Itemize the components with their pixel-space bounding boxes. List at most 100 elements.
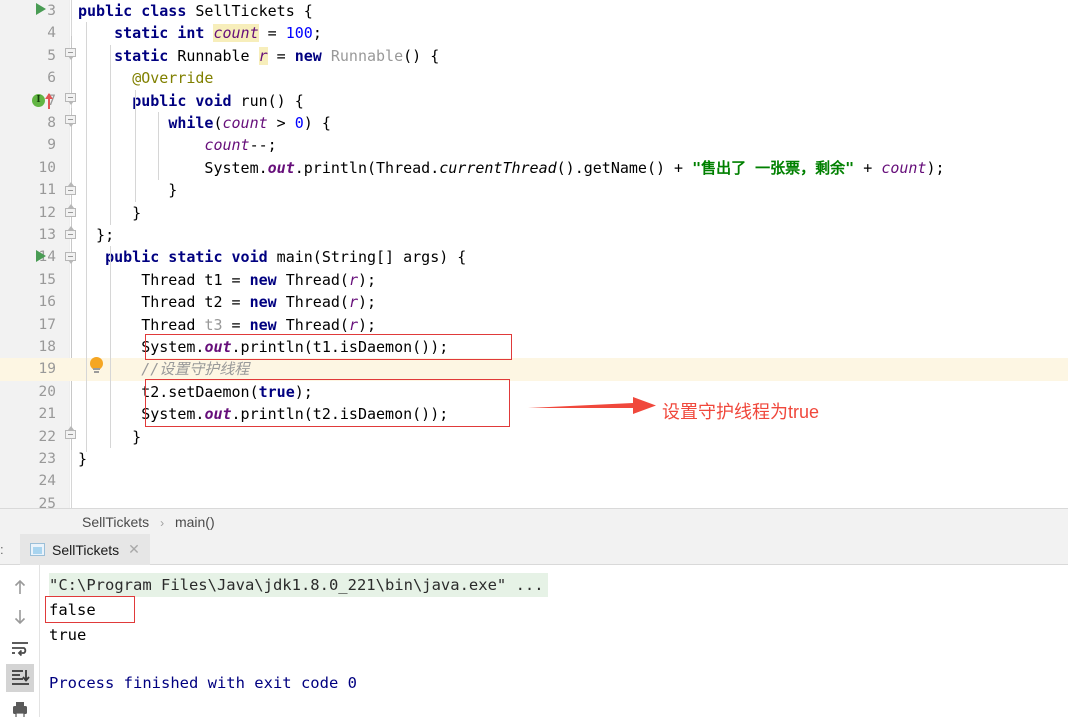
console-line-output: true [49, 626, 87, 644]
run-gutter-icon-line14[interactable] [36, 250, 46, 262]
line-number: 21 [38, 406, 56, 423]
line-number: 14 [38, 249, 56, 266]
line-code: } [78, 181, 178, 200]
line-code: public void run() { [132, 91, 304, 110]
editor-row[interactable]: 6 @Override [0, 67, 1068, 89]
fold-marker[interactable] [65, 115, 76, 127]
editor-row-highlighted[interactable]: 19 //设置守护线程 [0, 358, 1068, 381]
fold-marker[interactable] [65, 426, 76, 441]
line-number: 10 [38, 159, 56, 176]
line-number: 6 [47, 70, 56, 87]
line-number: 12 [38, 204, 56, 221]
line-number: 17 [38, 316, 56, 333]
indent-guide [135, 90, 136, 202]
line-code: public class SellTickets { [78, 2, 313, 20]
editor-row[interactable]: 14 public static void main(String[] args… [0, 246, 1068, 268]
editor-row[interactable]: 24 [0, 470, 1068, 492]
line-number: 16 [38, 294, 56, 311]
console-line-finished: Process finished with exit code 0 [49, 674, 357, 692]
console-line-command: "C:\Program Files\Java\jdk1.8.0_221\bin\… [49, 573, 548, 597]
run-tab-selltickets[interactable]: SellTickets ✕ [20, 534, 150, 565]
run-gutter-icon-line3[interactable] [36, 3, 46, 15]
editor-row[interactable]: 3 public class SellTickets { [0, 0, 1068, 22]
line-number: 9 [47, 137, 56, 154]
line-number: 19 [38, 361, 56, 378]
fold-marker[interactable] [65, 226, 76, 241]
line-number: 11 [38, 182, 56, 199]
indent-guide [110, 246, 111, 448]
run-config-icon [30, 543, 45, 556]
line-code: count--; [204, 136, 277, 155]
line-code: @Override [132, 69, 214, 88]
line-code: while(count > 0) { [168, 114, 331, 132]
editor-row[interactable]: 23 } [0, 448, 1068, 470]
editor-row[interactable]: 4 static int count = 100; [0, 22, 1068, 44]
line-code: Thread t3 = new Thread(r); [78, 315, 377, 334]
scroll-to-end-icon[interactable] [6, 664, 34, 692]
indent-guide [86, 22, 87, 452]
line-number: 20 [38, 383, 56, 400]
run-panel: : SellTickets ✕ "C:\Program Files\Java\j… [0, 534, 1068, 717]
run-panel-prefix: : [0, 542, 4, 557]
run-tab-label: SellTickets [52, 541, 120, 558]
console-toolbar [0, 565, 40, 717]
editor-lines: 3 public class SellTickets { 4 static in… [0, 0, 1068, 508]
indent-guide [110, 45, 111, 225]
close-icon[interactable]: ✕ [128, 541, 140, 558]
red-highlight-box-false [45, 596, 135, 623]
annotation-label: 设置守护线程为true [662, 402, 820, 422]
indent-guide [158, 112, 159, 180]
soft-wrap-icon[interactable] [6, 634, 34, 662]
editor-row[interactable]: 10 System.out.println(Thread.currentThre… [0, 157, 1068, 179]
editor-row[interactable]: 15 Thread t1 = new Thread(r); [0, 269, 1068, 291]
editor-row[interactable]: 16 Thread t2 = new Thread(r); [0, 291, 1068, 313]
line-code: static Runnable r = new Runnable() { [114, 46, 440, 65]
line-code: public static void main(String[] args) { [105, 248, 467, 267]
editor-row[interactable]: 5 static Runnable r = new Runnable() { [0, 45, 1068, 67]
breadcrumb-separator: › [160, 516, 165, 530]
console-output[interactable]: "C:\Program Files\Java\jdk1.8.0_221\bin\… [41, 565, 1068, 717]
line-number: 5 [47, 47, 56, 64]
red-arrow-icon [528, 397, 656, 414]
line-number: 23 [38, 451, 56, 467]
line-number: 22 [38, 428, 56, 445]
line-number: 4 [47, 25, 56, 42]
breadcrumb-inner: SellTickets › main() [82, 509, 215, 535]
fold-marker[interactable] [65, 93, 76, 105]
line-number: 15 [38, 271, 56, 288]
editor-row[interactable]: 8 while(count > 0) { [0, 112, 1068, 134]
breadcrumb-class[interactable]: SellTickets [82, 514, 149, 530]
editor-row[interactable]: 9 count--; [0, 134, 1068, 156]
up-arrow-icon[interactable] [6, 573, 34, 601]
code-editor[interactable]: 3 public class SellTickets { 4 static in… [0, 0, 1068, 508]
line-number: 18 [38, 339, 56, 355]
down-arrow-icon[interactable] [6, 603, 34, 631]
intention-bulb-icon[interactable] [90, 357, 103, 374]
line-code: System.out.println(Thread.currentThread(… [78, 158, 945, 177]
breadcrumb-method[interactable]: main() [175, 514, 215, 530]
line-code: static int count = 100; [114, 24, 322, 43]
fold-marker[interactable] [65, 48, 76, 60]
line-number: 25 [38, 495, 56, 508]
red-highlight-box-2 [145, 379, 510, 427]
line-code: //设置守护线程 [141, 360, 250, 379]
editor-row[interactable]: 7 public void run() { [0, 90, 1068, 112]
editor-row[interactable]: 13 }; [0, 224, 1068, 246]
red-highlight-box-1 [145, 334, 512, 360]
print-icon[interactable] [6, 696, 34, 717]
fold-marker[interactable] [65, 204, 76, 219]
editor-row[interactable]: 12 } [0, 202, 1068, 224]
fold-marker[interactable] [65, 182, 76, 197]
editor-row[interactable]: 17 Thread t3 = new Thread(r); [0, 314, 1068, 336]
line-number: 8 [47, 115, 56, 131]
fold-marker[interactable] [65, 252, 76, 264]
editor-row[interactable]: 25 [0, 493, 1068, 508]
override-marker-icon[interactable]: I [32, 94, 45, 107]
run-tab-bar: : SellTickets ✕ [0, 534, 1068, 565]
editor-row[interactable]: 11 } [0, 179, 1068, 201]
breadcrumb[interactable]: SellTickets › main() [0, 508, 1068, 534]
line-number: 13 [38, 227, 56, 243]
line-number: 3 [47, 3, 56, 19]
override-arrow-icon[interactable] [45, 93, 53, 109]
editor-row[interactable]: 22 } [0, 426, 1068, 448]
